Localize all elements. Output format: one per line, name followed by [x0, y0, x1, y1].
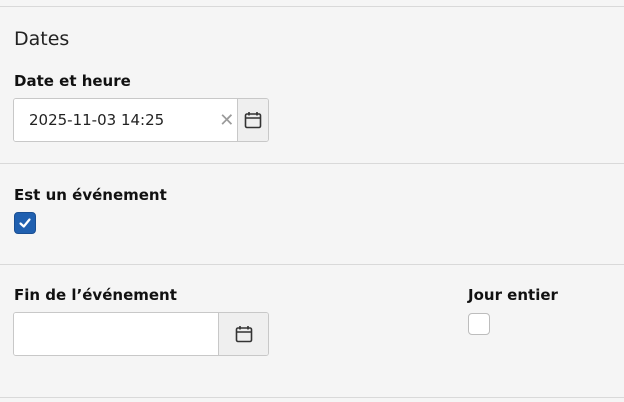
- date-time-calendar-button[interactable]: [236, 99, 268, 141]
- clear-date-button[interactable]: ✕: [217, 99, 237, 141]
- calendar-icon: [235, 326, 252, 343]
- divider: [0, 163, 624, 164]
- bottom-divider: [0, 397, 624, 398]
- date-time-field-group: ✕: [13, 98, 269, 142]
- top-divider: [0, 6, 624, 7]
- date-time-label: Date et heure: [14, 72, 131, 90]
- event-end-input[interactable]: [14, 313, 218, 355]
- event-end-calendar-button[interactable]: [218, 313, 268, 355]
- divider: [0, 264, 624, 265]
- event-end-label: Fin de l’événement: [14, 286, 177, 304]
- all-day-checkbox[interactable]: [468, 313, 490, 335]
- calendar-icon: [244, 112, 262, 129]
- date-time-input[interactable]: [14, 99, 217, 141]
- all-day-label: Jour entier: [468, 286, 558, 304]
- check-icon: [19, 218, 31, 228]
- section-title: Dates: [14, 28, 70, 50]
- close-icon: ✕: [219, 109, 235, 131]
- is-event-checkbox[interactable]: [14, 212, 36, 234]
- event-end-field-group: [13, 312, 269, 356]
- is-event-label: Est un événement: [14, 186, 167, 204]
